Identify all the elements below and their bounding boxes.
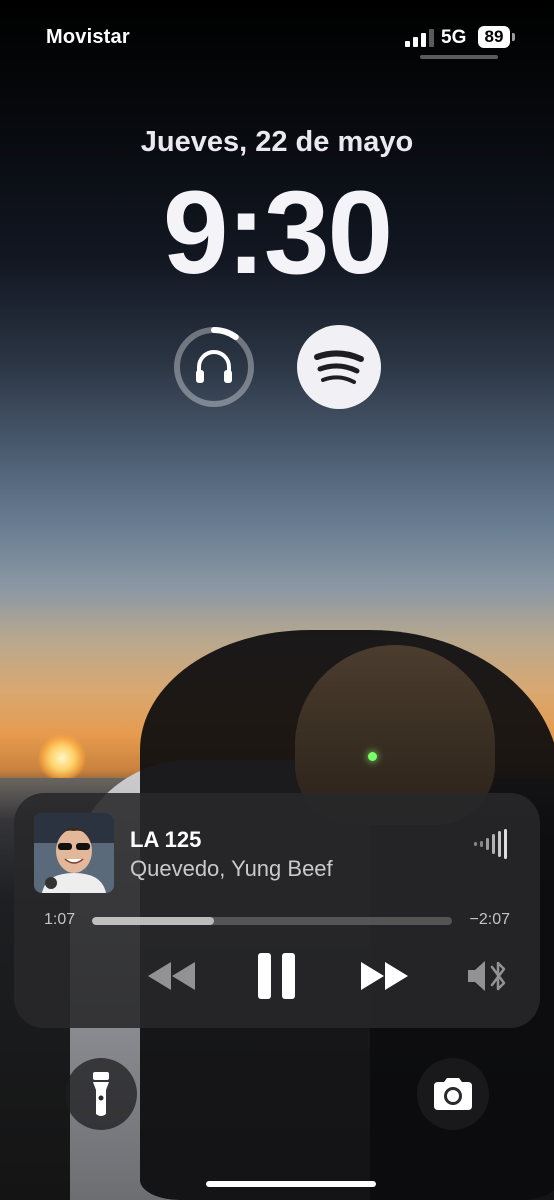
network-type: 5G xyxy=(441,27,467,48)
pause-icon[interactable] xyxy=(256,953,298,999)
camera-icon xyxy=(434,1078,472,1110)
audio-output-bluetooth-icon[interactable] xyxy=(466,953,512,999)
headphones-battery-ring xyxy=(174,327,254,407)
fast-forward-icon[interactable] xyxy=(358,953,412,999)
song-artist[interactable]: Quevedo, Yung Beef xyxy=(130,856,333,882)
elapsed-time: 1:07 xyxy=(44,911,76,928)
flashlight-button[interactable] xyxy=(65,1058,137,1130)
playback-progress-fill xyxy=(92,917,215,925)
sunset-sun xyxy=(38,734,86,782)
camera-button[interactable] xyxy=(417,1058,489,1130)
album-art[interactable] xyxy=(34,813,114,893)
control-center-grabber[interactable] xyxy=(420,55,498,59)
home-indicator[interactable] xyxy=(206,1181,376,1187)
cellular-signal-icon xyxy=(405,29,434,47)
spotify-widget[interactable] xyxy=(297,325,381,409)
carrier-name: Movistar xyxy=(46,26,130,48)
song-title[interactable]: LA 125 xyxy=(130,827,201,853)
now-playing-widget[interactable]: LA 125 Quevedo, Yung Beef 1:07 −2:07 xyxy=(14,793,540,1028)
status-bar: Movistar 5G 89 xyxy=(0,0,554,70)
battery-nub xyxy=(512,33,515,41)
lock-date: Jueves, 22 de mayo xyxy=(140,126,414,158)
rewind-icon[interactable] xyxy=(144,953,198,999)
album-art-image xyxy=(34,813,114,893)
headphones-battery-widget[interactable] xyxy=(172,325,256,409)
playback-scrubber[interactable] xyxy=(92,917,452,925)
spotify-icon xyxy=(314,350,364,384)
lock-time: 9:30 xyxy=(162,167,393,299)
sound-wave-icon[interactable] xyxy=(474,829,510,859)
green-light-dot xyxy=(368,752,377,761)
remaining-time: −2:07 xyxy=(469,911,510,928)
headphones-icon xyxy=(196,350,232,383)
battery-indicator: 89 xyxy=(478,26,510,48)
flashlight-icon xyxy=(93,1072,109,1116)
